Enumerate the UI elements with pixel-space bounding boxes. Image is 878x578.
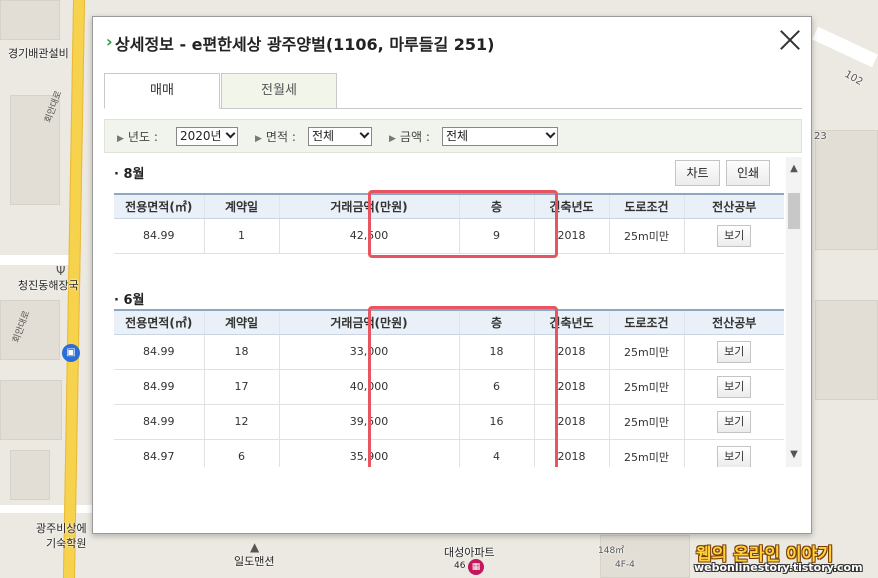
watermark-url: webonlinestory.tistory.com	[694, 561, 863, 574]
cell-area: 84.99	[114, 218, 204, 254]
scrollbar-thumb[interactable]	[788, 193, 800, 229]
blog-watermark: 웹의 온라인 이야기 webonlinestory.tistory.com	[690, 540, 878, 578]
chevron-right-icon: ›	[106, 32, 113, 51]
map-block	[600, 535, 690, 578]
filter-bar: ▶ 년도 : 2020년 ▶ 면적 : 전체 ▶ 금액 : 전체	[104, 119, 802, 153]
map-number: 46	[454, 561, 466, 571]
chevron-down-icon	[545, 128, 556, 139]
price-label-text: 금액 :	[399, 130, 430, 144]
view-button[interactable]: 보기	[717, 375, 752, 398]
map-number: 23	[814, 131, 827, 142]
cell-registry: 보기	[683, 439, 784, 467]
map-road	[812, 26, 878, 68]
apartment-icon: ▲	[250, 540, 260, 554]
col-area: 전용면적(㎡)	[114, 309, 204, 335]
col-registry: 전산공부	[683, 193, 784, 219]
results-area[interactable]: · 8월 차트 인쇄 전용면적(㎡) 계약일 거래금액(만원) 층 건축년도 도…	[114, 157, 784, 467]
section-title-august: · 8월	[114, 167, 145, 182]
year-select[interactable]: 2020년	[176, 127, 238, 146]
cell-area: 84.97	[114, 439, 204, 467]
close-button[interactable]	[777, 27, 803, 53]
col-area: 전용면적(㎡)	[114, 193, 204, 219]
results-scrollbar[interactable]: ▲ ▼	[786, 157, 802, 467]
tab-sale[interactable]: 매매	[104, 73, 220, 109]
print-button[interactable]: 인쇄	[726, 160, 770, 186]
view-button[interactable]: 보기	[717, 445, 752, 467]
map-number: 148㎡	[598, 546, 625, 556]
map-block	[0, 380, 62, 440]
cell-registry: 보기	[683, 404, 784, 440]
map-number: 102	[842, 68, 865, 89]
cell-area: 84.99	[114, 334, 204, 370]
cell-day: 17	[203, 369, 279, 405]
view-button[interactable]: 보기	[717, 410, 752, 433]
price-highlight-box	[368, 306, 558, 467]
map-block	[815, 130, 878, 250]
cell-road: 25m미만	[608, 369, 684, 405]
map-block	[10, 450, 50, 500]
scroll-up-icon[interactable]: ▲	[786, 161, 802, 177]
price-filter-label: ▶ 금액 :	[389, 128, 430, 145]
map-label: 경기배관설비	[8, 47, 69, 60]
cell-day: 1	[203, 218, 279, 254]
price-select-value: 전체	[446, 129, 469, 143]
map-road	[0, 505, 100, 513]
col-road: 도로조건	[608, 309, 684, 335]
cell-registry: 보기	[683, 218, 784, 254]
scroll-down-icon[interactable]: ▼	[786, 447, 802, 463]
area-filter-label: ▶ 면적 :	[255, 128, 296, 145]
tab-rent[interactable]: 전월세	[221, 73, 337, 109]
map-number: 4F-4	[615, 560, 635, 570]
price-highlight-box	[368, 190, 558, 258]
map-block	[0, 300, 60, 360]
restaurant-icon: Ψ	[56, 264, 66, 278]
map-label: 기숙학원	[46, 537, 87, 550]
year-label-text: 년도 :	[127, 130, 158, 144]
col-contract-day: 계약일	[203, 193, 279, 219]
year-filter-label: ▶ 년도 :	[117, 128, 158, 145]
col-contract-day: 계약일	[203, 309, 279, 335]
col-registry: 전산공부	[683, 309, 784, 335]
cell-area: 84.99	[114, 369, 204, 405]
chevron-down-icon	[225, 128, 236, 139]
map-block	[815, 300, 878, 400]
view-button[interactable]: 보기	[717, 340, 752, 363]
cell-area: 84.99	[114, 404, 204, 440]
view-button[interactable]: 보기	[717, 224, 752, 247]
chart-button[interactable]: 차트	[675, 160, 720, 186]
price-select[interactable]: 전체	[442, 127, 558, 146]
map-label: 청진동해장국	[18, 279, 79, 292]
triangle-right-icon: ▶	[117, 134, 124, 144]
section-title-june: · 6월	[114, 293, 145, 308]
map-block	[0, 0, 60, 40]
detail-popup: › 상세정보 - e편한세상 광주양벌(1106, 마루들길 251) 매매 전…	[92, 16, 812, 534]
area-select[interactable]: 전체	[308, 127, 372, 146]
popup-header: › 상세정보 - e편한세상 광주양벌(1106, 마루들길 251)	[93, 17, 811, 67]
cell-day: 6	[203, 439, 279, 467]
triangle-right-icon: ▶	[389, 134, 396, 144]
area-label-text: 면적 :	[265, 130, 296, 144]
map-label: 광주비상에	[36, 522, 87, 535]
cell-road: 25m미만	[608, 404, 684, 440]
chevron-down-icon	[359, 128, 370, 139]
cell-registry: 보기	[683, 334, 784, 370]
cell-day: 12	[203, 404, 279, 440]
bus-stop-icon[interactable]: ▣	[62, 344, 80, 362]
map-label: 일도맨션	[234, 555, 275, 568]
popup-title: 상세정보 - e편한세상 광주양벌(1106, 마루들길 251)	[115, 35, 495, 54]
col-road: 도로조건	[608, 193, 684, 219]
year-select-value: 2020년	[180, 129, 222, 143]
cell-registry: 보기	[683, 369, 784, 405]
area-select-value: 전체	[312, 129, 335, 143]
map-label: 대성아파트	[444, 546, 495, 559]
cell-road: 25m미만	[608, 218, 684, 254]
triangle-right-icon: ▶	[255, 134, 262, 144]
cell-day: 18	[203, 334, 279, 370]
cell-road: 25m미만	[608, 439, 684, 467]
cell-road: 25m미만	[608, 334, 684, 370]
apartment-marker-icon[interactable]: ▦	[468, 559, 484, 575]
tab-bar: 매매 전월세	[104, 73, 802, 109]
